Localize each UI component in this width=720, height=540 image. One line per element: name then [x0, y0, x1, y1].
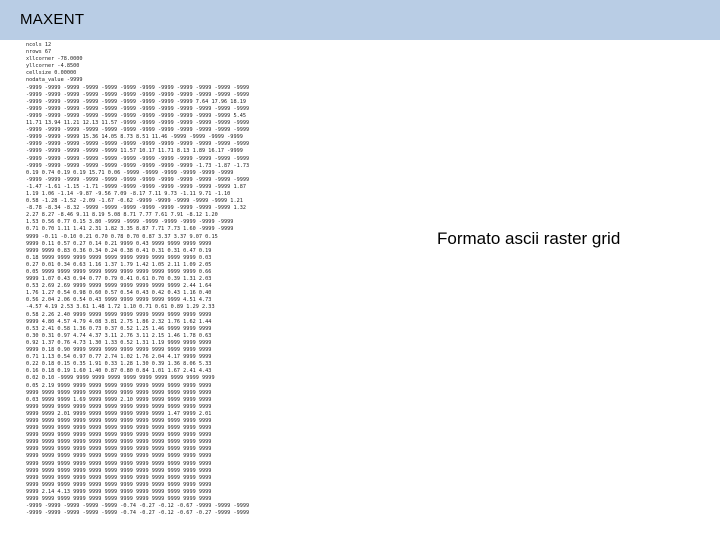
ascii-grid-text: ncols 12 nrows 67 xllcorner -78.0000 yll…	[26, 42, 250, 517]
window-title: MAXENT	[20, 11, 85, 28]
ascii-grid-image: ncols 12 nrows 67 xllcorner -78.0000 yll…	[22, 42, 340, 526]
title-bar: MAXENT	[0, 0, 720, 40]
caption-text: Formato ascii raster grid	[437, 229, 621, 248]
